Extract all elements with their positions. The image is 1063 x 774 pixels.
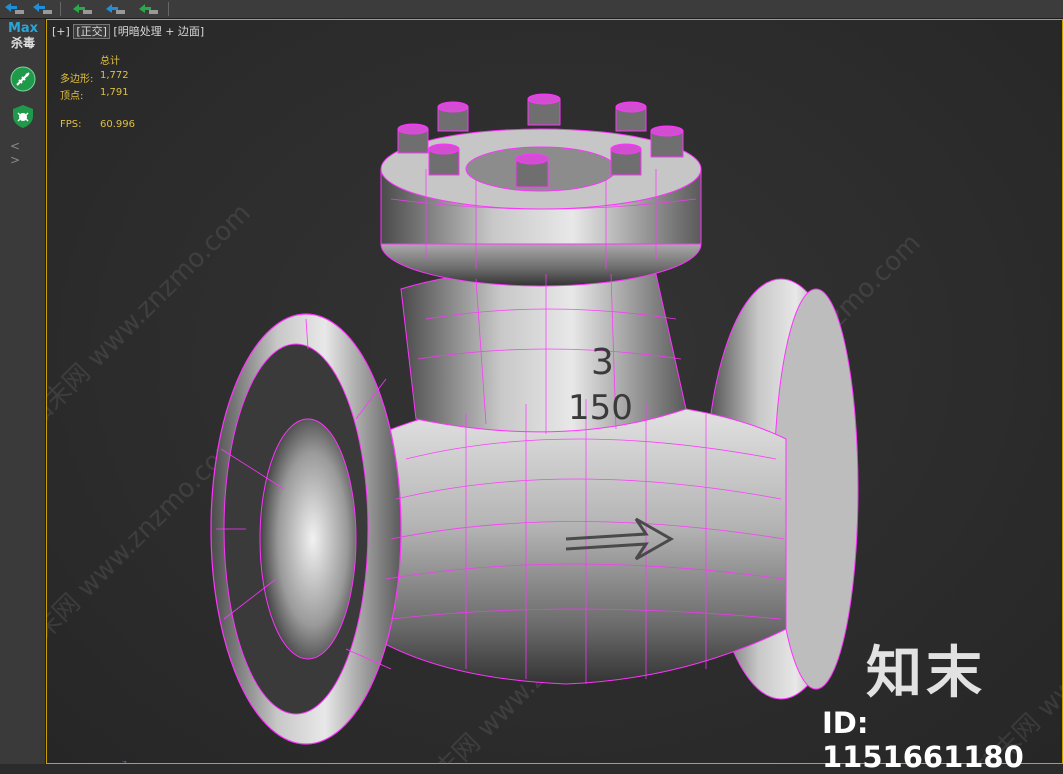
viewport-menu-plus[interactable]: [+] [52, 25, 70, 38]
brand-top: Max [7, 21, 39, 36]
stats-fps-label: FPS: [60, 119, 82, 130]
toolbar-button-2[interactable] [30, 1, 56, 16]
syringe-icon[interactable] [10, 66, 36, 92]
toolbar-button-4[interactable] [103, 1, 129, 16]
viewport-label: [+] [正交] [明暗处理 + 边面] [52, 23, 204, 39]
nav-arrows[interactable]: < > [10, 139, 38, 167]
watermark-brand: 知末 [866, 641, 986, 706]
stats-polys-label: 多边形: [60, 74, 94, 85]
viewport-menu-shading[interactable]: [明暗处理 + 边面] [113, 25, 204, 38]
stats-verts-label: 顶点: [60, 91, 84, 102]
shield-bug-icon[interactable] [10, 103, 36, 129]
main-toolbar [0, 0, 1063, 19]
brand-bottom: 杀毒 [10, 36, 35, 50]
brand-logo: Max 杀毒 [6, 21, 40, 50]
toolbar-button-1[interactable] [2, 1, 28, 16]
casting-number-bottom: 150 [568, 388, 633, 428]
casting-number-top: 3 [591, 342, 614, 383]
axis-z-label: z [122, 759, 127, 764]
stats-verts-value: 1,791 [100, 87, 129, 98]
toolbar-button-3[interactable] [70, 1, 96, 16]
viewport-menu-view[interactable]: [正交] [73, 24, 110, 39]
left-sidebar: Max 杀毒 < > [0, 19, 46, 764]
axis-gizmo: z [110, 757, 140, 764]
stats-polys-value: 1,772 [100, 70, 129, 81]
stats-header: 总计 [100, 56, 120, 67]
toolbar-button-5[interactable] [136, 1, 162, 16]
stats-fps-value: 60.996 [100, 119, 135, 130]
